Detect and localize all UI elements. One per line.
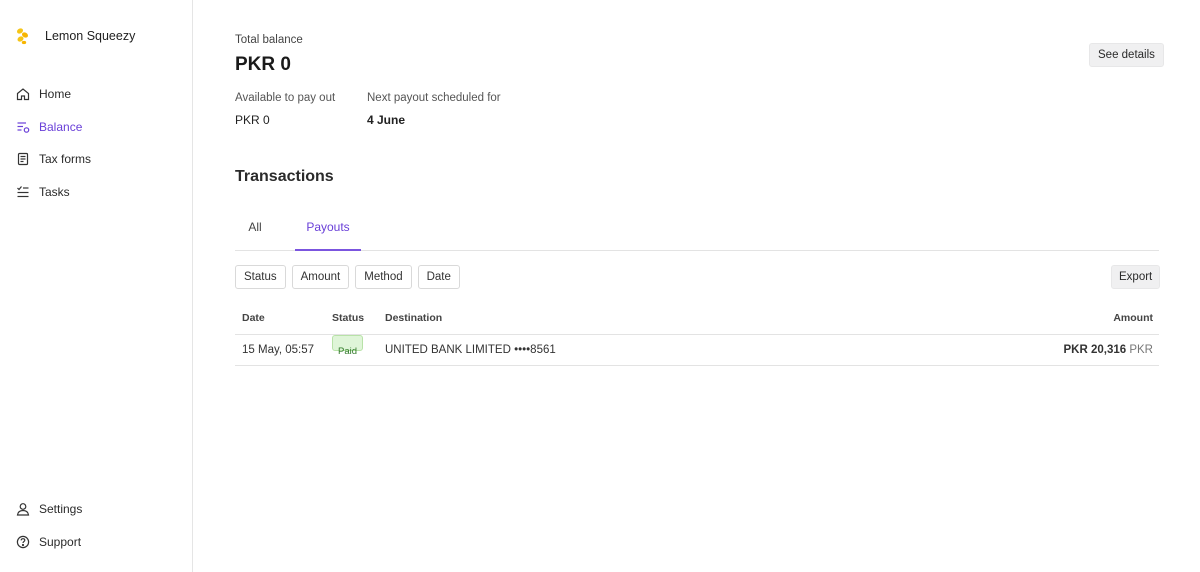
brand-name: Lemon Squeezy bbox=[45, 29, 136, 43]
sidebar-item-label: Support bbox=[39, 534, 82, 549]
row-date: 15 May, 05:57 bbox=[242, 344, 315, 356]
export-button[interactable]: Export bbox=[1111, 265, 1161, 289]
sidebar-item-label: Balance bbox=[39, 119, 83, 134]
sidebar-item-label: Tax forms bbox=[39, 152, 92, 166]
column-header-destination[interactable]: Destination bbox=[385, 303, 442, 333]
sidebar-item-label: Tasks bbox=[39, 184, 70, 199]
filter-method-button[interactable]: Method bbox=[355, 265, 412, 289]
row-amount: PKR 20,316 PKR bbox=[1063, 335, 1153, 366]
column-header-date[interactable]: Date bbox=[242, 303, 265, 333]
sidebar-item-settings[interactable]: Settings bbox=[15, 499, 82, 519]
sidebar-item-support[interactable]: Support bbox=[15, 532, 82, 552]
lemon-logo-icon bbox=[14, 26, 32, 46]
transactions-tabs: All Payouts bbox=[235, 208, 1159, 251]
sidebar-item-tax-forms[interactable]: Tax forms bbox=[15, 149, 91, 169]
column-header-amount[interactable]: Amount bbox=[1113, 303, 1153, 333]
status-badge: Paid bbox=[332, 335, 364, 357]
column-header-status[interactable]: Status bbox=[332, 303, 364, 333]
available-payout-label: Available to pay out bbox=[235, 92, 336, 104]
next-payout-value: 4 June bbox=[367, 113, 406, 127]
filter-bar: Status Amount Method Date bbox=[235, 265, 466, 289]
transactions-table: Date Status Destination Amount 15 May, 0… bbox=[235, 303, 1159, 366]
sidebar-item-home[interactable]: Home bbox=[15, 84, 91, 104]
filter-status-button[interactable]: Status bbox=[235, 265, 286, 289]
sidebar-bottom-nav: Settings Support bbox=[15, 499, 82, 564]
user-icon bbox=[15, 501, 31, 517]
sidebar-item-label: Settings bbox=[39, 502, 83, 516]
row-amount-value: PKR 20,316 bbox=[1063, 344, 1127, 356]
home-icon bbox=[15, 86, 31, 102]
sidebar-item-tasks[interactable]: Tasks bbox=[15, 182, 91, 202]
table-row[interactable]: 15 May, 05:57 Paid UNITED BANK LIMITED •… bbox=[235, 335, 1159, 366]
filter-amount-button[interactable]: Amount bbox=[291, 265, 350, 289]
row-destination: UNITED BANK LIMITED ••••8561 bbox=[385, 344, 556, 356]
next-payout-label: Next payout scheduled for bbox=[367, 92, 501, 104]
sidebar: Lemon Squeezy Home Balance Tax forms Tas… bbox=[0, 0, 193, 572]
see-details-button[interactable]: See details bbox=[1089, 43, 1164, 67]
available-payout-value: PKR 0 bbox=[235, 113, 270, 127]
document-icon bbox=[15, 151, 31, 167]
app-window: Lemon Squeezy Home Balance Tax forms Tas… bbox=[0, 0, 1200, 572]
brand[interactable]: Lemon Squeezy bbox=[14, 26, 135, 46]
help-icon bbox=[15, 534, 31, 550]
main-content: Total balance PKR 0 See details Availabl… bbox=[193, 0, 1200, 572]
table-header: Date Status Destination Amount bbox=[235, 303, 1159, 335]
sidebar-item-balance[interactable]: Balance bbox=[15, 117, 91, 137]
total-balance-value: PKR 0 bbox=[235, 54, 291, 75]
balance-icon bbox=[15, 119, 31, 135]
transactions-title: Transactions bbox=[235, 168, 334, 185]
tasks-icon bbox=[15, 184, 31, 200]
total-balance-label: Total balance bbox=[235, 34, 303, 46]
filter-date-button[interactable]: Date bbox=[417, 265, 460, 289]
tab-all[interactable]: All bbox=[235, 208, 275, 251]
sidebar-nav: Home Balance Tax forms Tasks bbox=[15, 84, 91, 214]
sidebar-item-label: Home bbox=[39, 87, 72, 101]
row-amount-currency: PKR bbox=[1129, 344, 1153, 356]
tab-payouts[interactable]: Payouts bbox=[295, 208, 361, 251]
